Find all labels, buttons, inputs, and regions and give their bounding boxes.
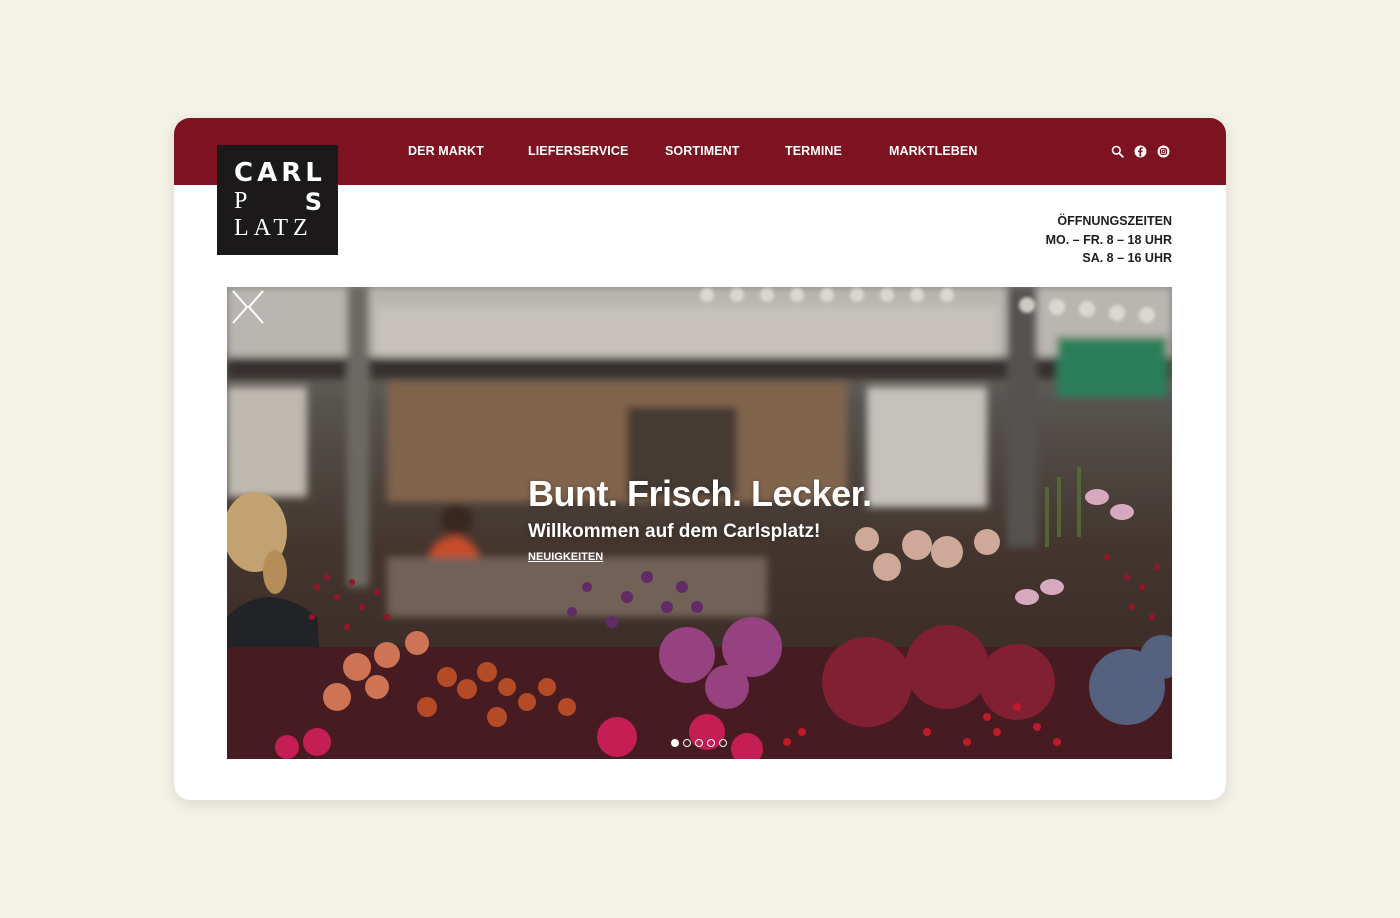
news-link[interactable]: NEUIGKEITEN [528, 551, 603, 563]
opening-hours-saturday: SA. 8 – 16 UHR [1082, 251, 1172, 265]
logo-line-1: CARL [234, 158, 322, 188]
chevron-right-icon[interactable] [227, 287, 251, 327]
nav-item-termine[interactable]: TERMINE [785, 144, 842, 158]
hero-slider: Bunt. Frisch. Lecker. Willkommen auf dem… [227, 287, 1172, 759]
logo-text: P [234, 188, 248, 214]
header-icons [1111, 145, 1170, 158]
nav-item-sortiment[interactable]: SORTIMENT [665, 144, 740, 158]
nav-item-lieferservice[interactable]: LIEFERSERVICE [528, 144, 628, 158]
slider-dot[interactable] [707, 739, 715, 747]
search-icon[interactable] [1111, 145, 1124, 158]
slider-dots [671, 739, 727, 747]
facebook-icon[interactable] [1134, 145, 1147, 158]
slider-dot[interactable] [683, 739, 691, 747]
nav-item-der-markt[interactable]: DER MARKT [408, 144, 484, 158]
browser-window: DER MARKT LIEFERSERVICE SORTIMENT TERMIN… [174, 118, 1226, 800]
hero-subtitle: Willkommen auf dem Carlsplatz! [528, 521, 821, 542]
logo-line-2: P S [234, 188, 322, 216]
slider-dot[interactable] [719, 739, 727, 747]
hero-title: Bunt. Frisch. Lecker. [528, 473, 872, 514]
logo-text: S [304, 188, 322, 216]
slider-dot[interactable] [671, 739, 679, 747]
opening-hours-weekdays: MO. – FR. 8 – 18 UHR [1045, 232, 1172, 247]
nav-item-marktleben[interactable]: MARKTLEBEN [889, 144, 978, 158]
instagram-icon[interactable] [1157, 145, 1170, 158]
logo-text: LATZ [234, 215, 313, 241]
opening-hours: ÖFFNUNGSZEITEN MO. – FR. 8 – 18 UHR SA. … [1046, 212, 1172, 268]
slider-dot[interactable] [695, 739, 703, 747]
logo-line-3: LATZ [234, 215, 322, 242]
opening-hours-title: ÖFFNUNGSZEITEN [1057, 214, 1172, 228]
carlsplatz-logo[interactable]: CARL P S LATZ [217, 145, 338, 255]
logo-text: CARL [234, 158, 326, 188]
